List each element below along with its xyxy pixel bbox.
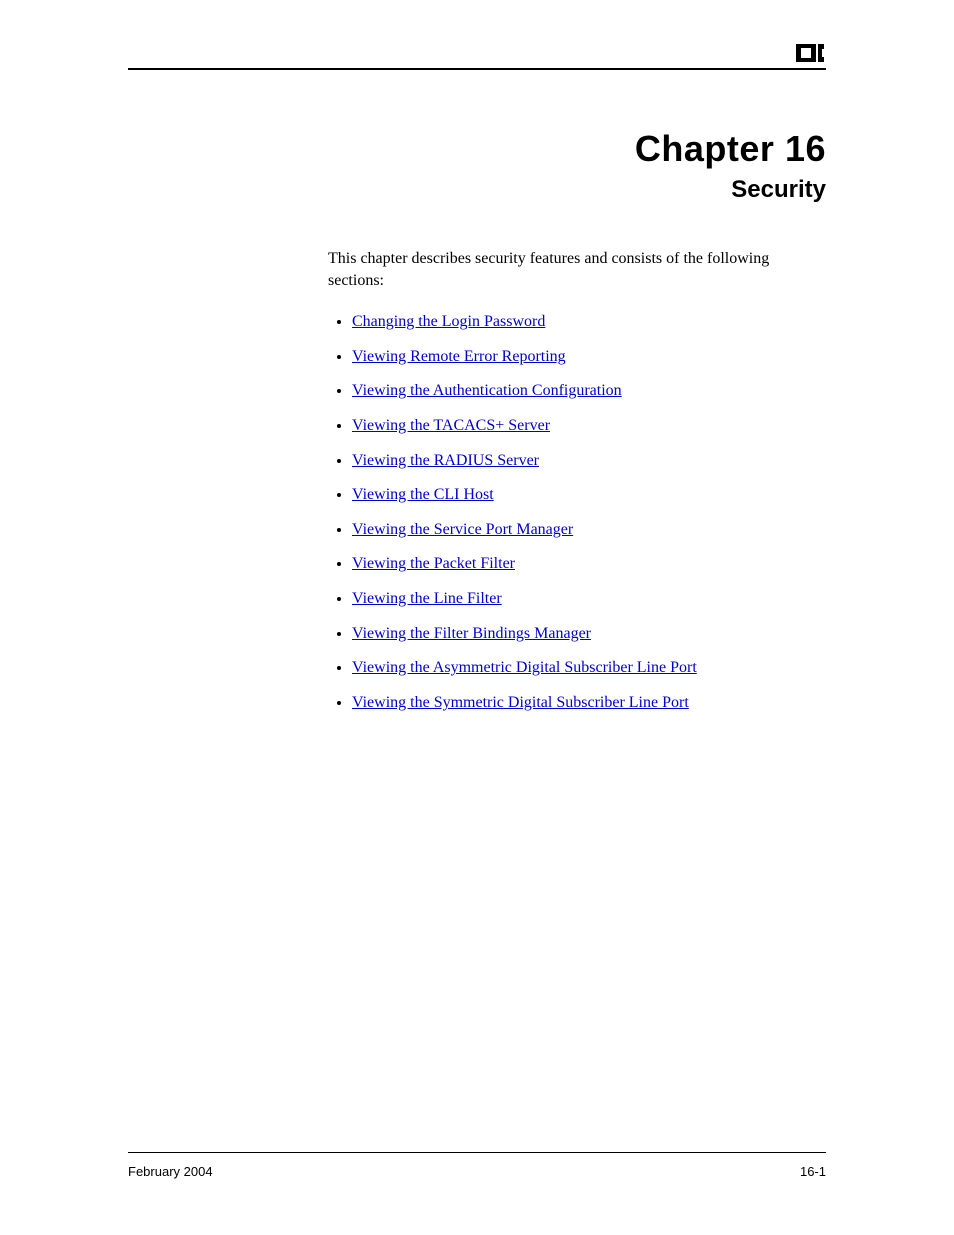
list-item: Viewing the Authentication Configuration — [352, 374, 826, 409]
list-item: Viewing the Line Filter — [352, 582, 826, 617]
section-link[interactable]: Viewing the Symmetric Digital Subscriber… — [352, 694, 689, 711]
list-item: Changing the Login Password — [352, 305, 826, 340]
section-link[interactable]: Viewing the Filter Bindings Manager — [352, 625, 591, 642]
section-link[interactable]: Viewing the TACACS+ Server — [352, 417, 550, 434]
brand-logo-icon — [796, 44, 826, 64]
section-link[interactable]: Changing the Login Password — [352, 313, 545, 330]
list-item: Viewing the Filter Bindings Manager — [352, 617, 826, 652]
list-item: Viewing the Packet Filter — [352, 547, 826, 582]
section-link[interactable]: Viewing the Asymmetric Digital Subscribe… — [352, 659, 697, 676]
list-item: Viewing the Service Port Manager — [352, 513, 826, 548]
list-item: Viewing the Asymmetric Digital Subscribe… — [352, 651, 826, 686]
chapter-number: Chapter 16 — [128, 128, 826, 170]
list-item: Viewing the CLI Host — [352, 478, 826, 513]
section-link[interactable]: Viewing the Service Port Manager — [352, 521, 573, 538]
section-link[interactable]: Viewing the Authentication Configuration — [352, 382, 622, 399]
list-item: Viewing the RADIUS Server — [352, 444, 826, 479]
section-link[interactable]: Viewing the RADIUS Server — [352, 452, 539, 469]
list-item: Viewing Remote Error Reporting — [352, 340, 826, 375]
section-link[interactable]: Viewing the Line Filter — [352, 590, 502, 607]
section-link[interactable]: Viewing Remote Error Reporting — [352, 348, 566, 365]
chapter-intro: This chapter describes security features… — [328, 248, 826, 291]
section-link[interactable]: Viewing the CLI Host — [352, 486, 494, 503]
footer-rule — [128, 1152, 826, 1153]
list-item: Viewing the Symmetric Digital Subscriber… — [352, 686, 826, 721]
page: Chapter 16 Security This chapter describ… — [0, 0, 954, 1235]
section-link-list: Changing the Login Password Viewing Remo… — [328, 305, 826, 720]
footer-date: February 2004 — [128, 1164, 213, 1179]
footer-page-number: 16-1 — [800, 1164, 826, 1179]
chapter-title: Security — [128, 176, 826, 204]
section-link[interactable]: Viewing the Packet Filter — [352, 555, 515, 572]
header-rule — [128, 68, 826, 70]
list-item: Viewing the TACACS+ Server — [352, 409, 826, 444]
